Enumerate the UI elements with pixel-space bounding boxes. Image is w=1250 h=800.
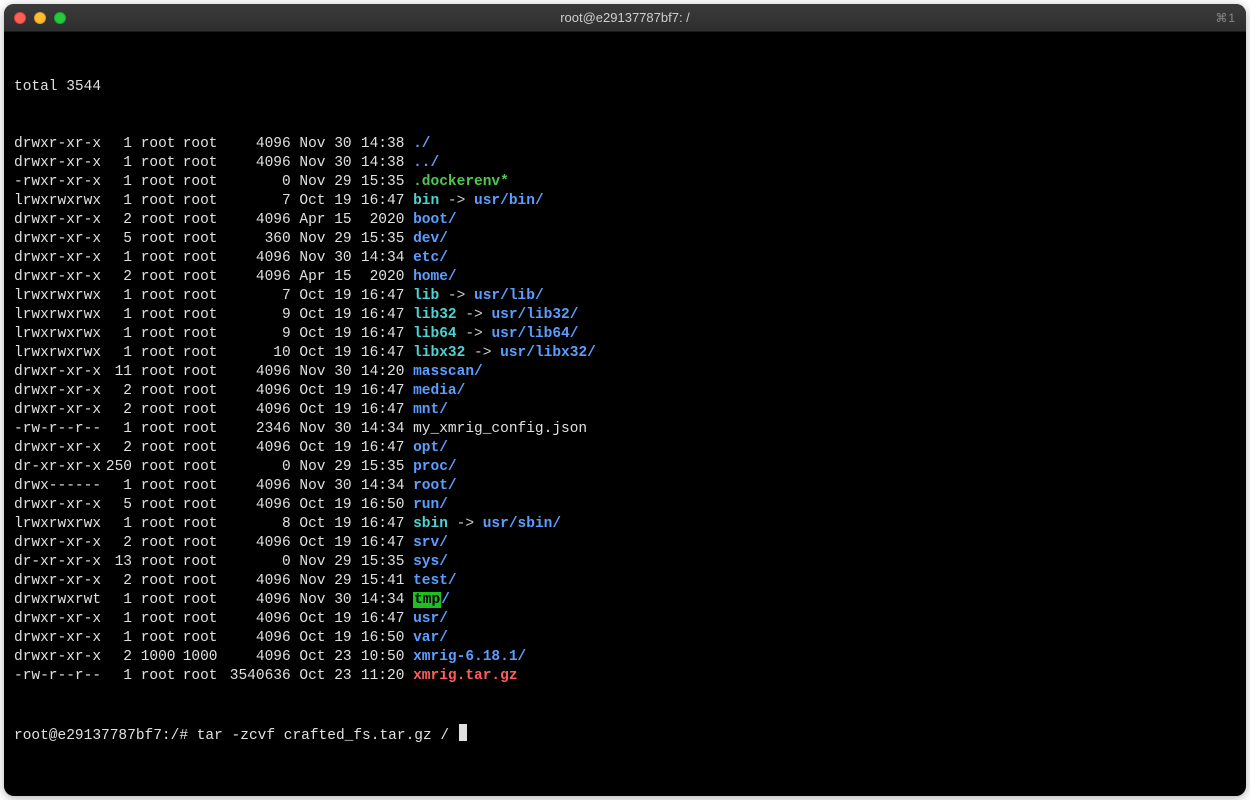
ls-row: drwxr-xr-x1 rootroot4096 Nov 3014:34 etc… [14, 249, 1236, 268]
file-name: run/ [413, 497, 448, 513]
file-name: lib32 [413, 307, 457, 323]
command-input[interactable]: tar -zcvf crafted_fs.tar.gz / [197, 728, 458, 744]
ls-row: drwxr-xr-x2 rootroot4096 Oct 1916:47 mnt… [14, 401, 1236, 420]
ls-row: drwx------1 rootroot4096 Nov 3014:34 roo… [14, 477, 1236, 496]
window-title: root@e29137787bf7: / [4, 10, 1246, 25]
cursor-icon [459, 724, 468, 741]
file-name: mnt/ [413, 402, 448, 418]
file-name: proc/ [413, 459, 457, 475]
file-name: usr/ [413, 611, 448, 627]
link-target: usr/lib64/ [491, 326, 578, 342]
ls-row: drwxr-xr-x1 rootroot4096 Oct 1916:50 var… [14, 629, 1236, 648]
ls-row: drwxr-xr-x2 rootroot4096 Apr 152020 home… [14, 268, 1236, 287]
file-name: sys/ [413, 554, 448, 570]
file-name: sbin [413, 516, 448, 532]
file-name: .dockerenv* [413, 174, 509, 190]
ls-row: -rw-r--r--1 rootroot2346 Nov 3014:34 my_… [14, 420, 1236, 439]
ls-row: lrwxrwxrwx1 rootroot9 Oct 1916:47 lib64 … [14, 325, 1236, 344]
ls-row: drwxrwxrwt1 rootroot4096 Nov 3014:34 tmp… [14, 591, 1236, 610]
file-name: opt/ [413, 440, 448, 456]
file-name: ../ [413, 155, 439, 171]
maximize-icon[interactable] [54, 12, 66, 24]
ls-row: drwxr-xr-x2 rootroot4096 Apr 152020 boot… [14, 211, 1236, 230]
link-target: usr/sbin/ [483, 516, 561, 532]
ls-row: drwxr-xr-x11 rootroot4096 Nov 3014:20 ma… [14, 363, 1236, 382]
ls-row: drwxr-xr-x2 rootroot4096 Oct 1916:47 srv… [14, 534, 1236, 553]
ls-row: dr-xr-xr-x13 rootroot0 Nov 2915:35 sys/ [14, 553, 1236, 572]
link-target: usr/lib/ [474, 288, 544, 304]
file-name: xmrig.tar.gz [413, 668, 517, 684]
file-name: xmrig-6.18.1/ [413, 649, 526, 665]
titlebar: root@e29137787bf7: / ⌘1 [4, 4, 1246, 32]
file-name: test/ [413, 573, 457, 589]
terminal-window: root@e29137787bf7: / ⌘1 total 3544 drwxr… [4, 4, 1246, 796]
ls-row: drwxr-xr-x2 rootroot4096 Oct 1916:47 med… [14, 382, 1236, 401]
prompt: root@e29137787bf7:/# [14, 728, 197, 744]
ls-row: drwxr-xr-x5 rootroot4096 Oct 1916:50 run… [14, 496, 1236, 515]
ls-row: lrwxrwxrwx1 rootroot9 Oct 1916:47 lib32 … [14, 306, 1236, 325]
file-name: media/ [413, 383, 465, 399]
file-name: bin [413, 193, 439, 209]
file-name: masscan/ [413, 364, 483, 380]
link-target: usr/lib32/ [491, 307, 578, 323]
titlebar-shortcut: ⌘1 [1215, 11, 1236, 25]
ls-row: lrwxrwxrwx1 rootroot7 Oct 1916:47 bin ->… [14, 192, 1236, 211]
file-name: root/ [413, 478, 457, 494]
ls-row: lrwxrwxrwx1 rootroot10 Oct 1916:47 libx3… [14, 344, 1236, 363]
ls-row: dr-xr-xr-x250 rootroot0 Nov 2915:35 proc… [14, 458, 1236, 477]
ls-row: drwxr-xr-x5 rootroot360 Nov 2915:35 dev/ [14, 230, 1236, 249]
file-name: etc/ [413, 250, 448, 266]
file-name: lib64 [413, 326, 457, 342]
close-icon[interactable] [14, 12, 26, 24]
link-target: usr/libx32/ [500, 345, 596, 361]
file-name: var/ [413, 630, 448, 646]
ls-row: drwxr-xr-x1 rootroot4096 Oct 1916:47 usr… [14, 610, 1236, 629]
file-name: my_xmrig_config.json [413, 421, 587, 437]
file-name: boot/ [413, 212, 457, 228]
minimize-icon[interactable] [34, 12, 46, 24]
file-name: tmp [413, 592, 441, 608]
prompt-line[interactable]: root@e29137787bf7:/# tar -zcvf crafted_f… [14, 724, 1236, 746]
ls-row: lrwxrwxrwx1 rootroot7 Oct 1916:47 lib ->… [14, 287, 1236, 306]
ls-row: -rw-r--r--1 rootroot3540636 Oct 2311:20 … [14, 667, 1236, 686]
ls-row: lrwxrwxrwx1 rootroot8 Oct 1916:47 sbin -… [14, 515, 1236, 534]
ls-row: drwxr-xr-x2 100010004096 Oct 2310:50 xmr… [14, 648, 1236, 667]
file-name: ./ [413, 136, 430, 152]
link-target: usr/bin/ [474, 193, 544, 209]
total-line: total 3544 [14, 78, 1236, 97]
file-name: libx32 [413, 345, 465, 361]
file-name: home/ [413, 269, 457, 285]
ls-row: drwxr-xr-x1 rootroot4096 Nov 3014:38 ../ [14, 154, 1236, 173]
ls-row: -rwxr-xr-x1 rootroot0 Nov 2915:35 .docke… [14, 173, 1236, 192]
ls-row: drwxr-xr-x1 rootroot4096 Nov 3014:38 ./ [14, 135, 1236, 154]
ls-row: drwxr-xr-x2 rootroot4096 Nov 2915:41 tes… [14, 572, 1236, 591]
file-name: dev/ [413, 231, 448, 247]
terminal-body[interactable]: total 3544 drwxr-xr-x1 rootroot4096 Nov … [4, 32, 1246, 796]
traffic-lights [14, 12, 66, 24]
ls-row: drwxr-xr-x2 rootroot4096 Oct 1916:47 opt… [14, 439, 1236, 458]
file-name: lib [413, 288, 439, 304]
file-name: srv/ [413, 535, 448, 551]
